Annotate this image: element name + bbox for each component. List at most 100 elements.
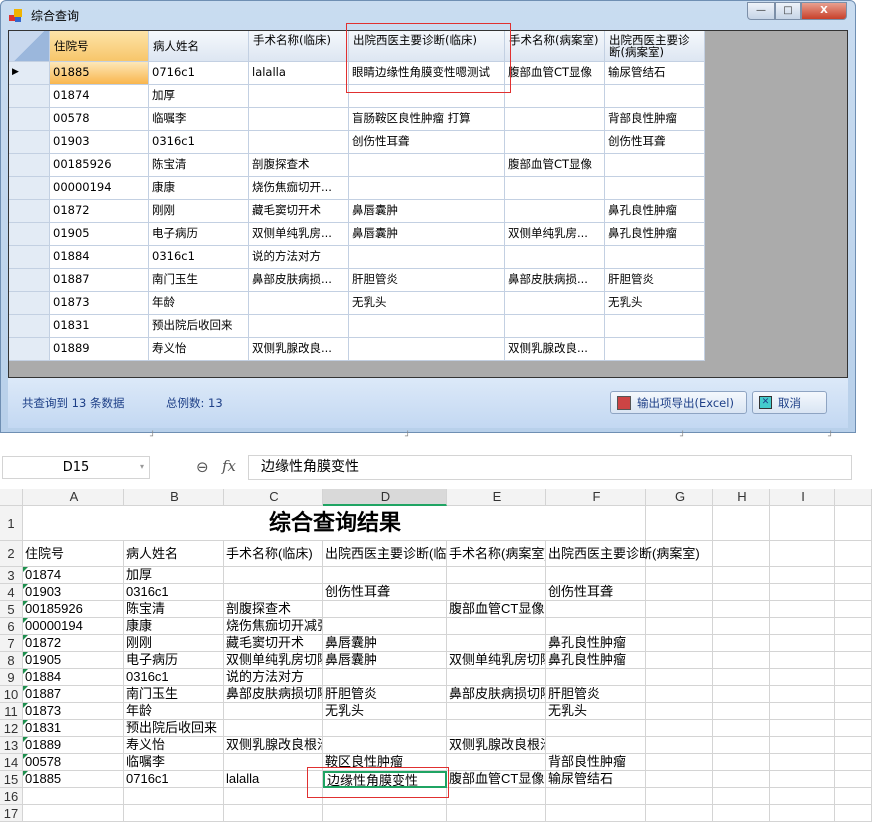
cell[interactable] [447,720,546,737]
grid-cell[interactable]: 南门玉生 [149,269,249,292]
grid-cell[interactable]: 创伤性耳聋 [605,131,705,154]
row-header[interactable] [9,177,50,200]
cell[interactable] [447,635,546,652]
cell[interactable]: 藏毛窦切开术 [224,635,323,652]
grid-cell[interactable] [605,154,705,177]
grid-cell[interactable] [605,177,705,200]
row-header[interactable] [9,338,50,361]
row-number[interactable]: 11 [0,703,23,720]
cell[interactable] [770,703,835,720]
grid-cell[interactable] [249,315,349,338]
cell[interactable] [323,601,447,618]
cell[interactable] [770,506,835,541]
cell[interactable] [23,788,124,805]
cell[interactable] [770,618,835,635]
row-number[interactable]: 12 [0,720,23,737]
grid-cell[interactable]: 01872 [50,200,149,223]
cell[interactable] [713,754,770,771]
cell[interactable]: 01874 [23,567,124,584]
row-number[interactable]: 3 [0,567,23,584]
column-header[interactable] [835,489,872,506]
cell[interactable] [646,601,713,618]
column-header[interactable]: 病人姓名 [149,31,249,62]
cell[interactable] [770,669,835,686]
grid-cell[interactable]: 康康 [149,177,249,200]
column-header[interactable]: 手术名称(病案室) [505,31,605,62]
grid-cell[interactable]: 01873 [50,292,149,315]
cell[interactable] [835,788,872,805]
cell[interactable] [713,567,770,584]
cell[interactable] [323,720,447,737]
cell[interactable] [646,720,713,737]
cell[interactable] [124,805,224,822]
grid-cell[interactable]: 无乳头 [605,292,705,315]
grid-cell[interactable]: 01905 [50,223,149,246]
cell[interactable]: 输尿管结石 [546,771,646,788]
row-header[interactable] [9,315,50,338]
cell[interactable] [835,506,872,541]
cell[interactable] [323,737,447,754]
cell[interactable] [835,805,872,822]
cell[interactable] [546,788,646,805]
cell[interactable]: 鼻孔良性肿瘤 [546,652,646,669]
row-number[interactable]: 16 [0,788,23,805]
grid-cell[interactable]: 腹部血管CT显像 [505,62,605,85]
grid-cell[interactable]: 双侧单纯乳房... [249,223,349,246]
cell[interactable]: 预出院后收回来 [124,720,224,737]
cell[interactable] [323,669,447,686]
cell[interactable]: 腹部血管CT显像 [447,601,546,618]
grid-cell[interactable] [249,131,349,154]
grid-cell[interactable]: 00000194 [50,177,149,200]
grid-cell[interactable] [349,177,505,200]
cell[interactable]: 01873 [23,703,124,720]
cell[interactable] [546,720,646,737]
grid-cell[interactable]: 双侧单纯乳房... [505,223,605,246]
grid-cell[interactable]: lalalla [249,62,349,85]
cell[interactable]: 康康 [124,618,224,635]
grid-cell[interactable] [505,246,605,269]
grid-cell[interactable] [505,200,605,223]
row-header[interactable] [9,246,50,269]
grid-cell[interactable] [249,292,349,315]
grid-cell[interactable]: 双侧乳腺改良... [249,338,349,361]
grid-cell[interactable]: 加厚 [149,85,249,108]
grid-cell[interactable]: 0716c1 [149,62,249,85]
cell[interactable] [713,703,770,720]
cell[interactable]: 寿义怡 [124,737,224,754]
cell[interactable] [646,584,713,601]
cell[interactable] [646,506,713,541]
grid-cell[interactable]: 陈宝清 [149,154,249,177]
cell[interactable] [713,584,770,601]
column-header[interactable]: 出院西医主要诊断(病案室) [605,31,705,62]
cell[interactable]: 临嘱李 [124,754,224,771]
cell[interactable] [224,567,323,584]
grid-cell[interactable]: 寿义怡 [149,338,249,361]
column-header[interactable]: F [546,489,646,506]
cell[interactable] [546,669,646,686]
cell[interactable] [546,567,646,584]
formula-bar[interactable]: 边缘性角膜变性 [248,455,852,480]
sheet-title[interactable]: 综合查询结果 [23,506,646,541]
row-header[interactable] [9,131,50,154]
grid-cell[interactable]: 说的方法对方 [249,246,349,269]
grid-cell[interactable] [605,246,705,269]
grid-cell[interactable]: 临嘱李 [149,108,249,131]
cell[interactable] [770,788,835,805]
cell[interactable]: 鼻部皮肤病损切除 [447,686,546,703]
cell[interactable]: 01889 [23,737,124,754]
row-number[interactable]: 5 [0,601,23,618]
cell[interactable]: 肝胆管炎 [546,686,646,703]
header-cell[interactable]: 出院西医主要诊断(病案室) [546,541,700,567]
cell[interactable]: 创伤性耳聋 [546,584,646,601]
grid-cell[interactable]: 腹部血管CT显像 [505,154,605,177]
column-header[interactable]: 手术名称(临床) [249,31,349,62]
grid-cell[interactable]: 刚刚 [149,200,249,223]
column-header[interactable]: C [224,489,323,506]
cell[interactable]: 鼻唇囊肿 [323,635,447,652]
grid-cell[interactable] [505,177,605,200]
row-header[interactable] [9,154,50,177]
grid-cell[interactable] [505,85,605,108]
cell[interactable] [323,567,447,584]
cell[interactable] [323,805,447,822]
cell[interactable]: 01831 [23,720,124,737]
